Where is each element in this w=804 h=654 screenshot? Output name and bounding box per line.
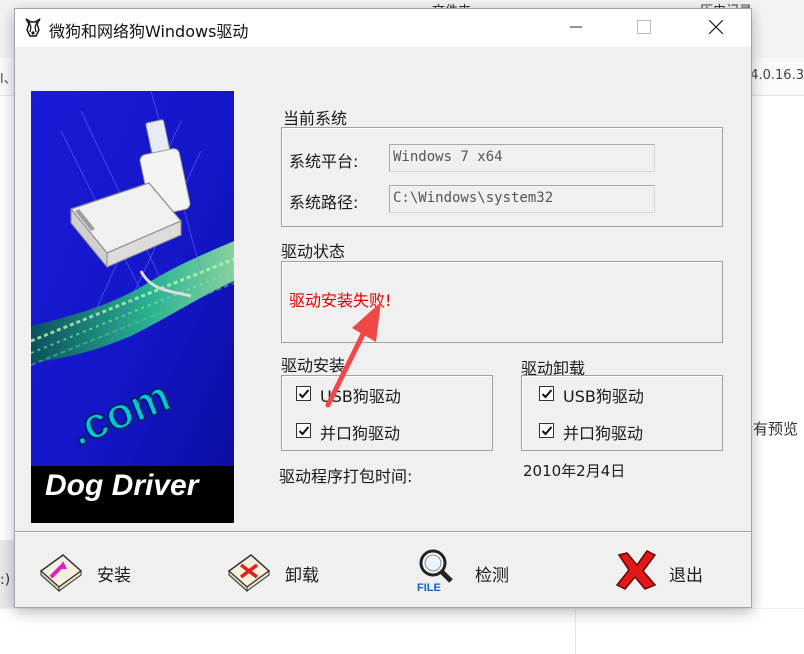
package-time-label: 驱动程序打包时间:: [279, 467, 413, 486]
exit-button[interactable]: 退出: [613, 543, 723, 599]
check-icon: [298, 426, 310, 436]
maximize-button[interactable]: [621, 9, 667, 45]
install-button[interactable]: 安装: [37, 543, 147, 599]
banner-caption: Dog Driver: [45, 469, 201, 502]
magnifier-icon: FILE: [417, 549, 453, 593]
install-usb-label[interactable]: USB狗驱动: [320, 383, 401, 407]
install-parallel-checkbox[interactable]: [296, 423, 311, 438]
toolbar-separator: [15, 531, 751, 533]
system-path-field[interactable]: C:\Windows\system32: [389, 185, 655, 213]
driver-status-label: 驱动状态: [281, 242, 346, 261]
background-tab-history: 历史记录: [700, 0, 800, 8]
background-bottom-strip: [0, 608, 804, 654]
uninstall-usb-checkbox[interactable]: [539, 386, 554, 401]
driver-install-label: 驱动安装: [281, 356, 346, 375]
install-icon: [39, 554, 83, 593]
minimize-icon: [570, 26, 582, 28]
platform-label: 系统平台:: [289, 152, 359, 171]
maximize-icon: [637, 20, 651, 34]
system-path-label: 系统路径:: [289, 193, 359, 212]
current-system-label: 当前系统: [283, 109, 348, 128]
title-bar[interactable]: 微狗和网络狗Windows驱动: [15, 9, 751, 47]
minimize-button[interactable]: [553, 9, 599, 45]
platform-field[interactable]: Windows 7 x64: [389, 144, 655, 172]
detect-icon-text: FILE: [417, 582, 441, 593]
background-row-version-text: 4.0.16.3: [750, 68, 804, 83]
uninstall-button[interactable]: 卸载: [225, 543, 335, 599]
exit-x-icon: [615, 550, 657, 590]
background-tab-folder: 文件夹: [432, 0, 492, 8]
uninstall-parallel-checkbox[interactable]: [539, 423, 554, 438]
detect-label: 检测: [475, 566, 509, 586]
check-icon: [541, 426, 553, 436]
check-icon: [541, 389, 553, 399]
close-icon: [709, 20, 723, 34]
driver-status-message: 驱动安装失败!: [289, 291, 392, 310]
background-divider: [575, 610, 576, 654]
install-label: 安装: [97, 566, 131, 586]
package-time-value: 2010年2月4日: [523, 462, 626, 480]
window-title: 微狗和网络狗Windows驱动: [49, 22, 249, 41]
uninstall-label: 卸载: [285, 566, 319, 586]
detect-button[interactable]: FILE 检测: [415, 543, 525, 599]
dog-app-icon: [25, 18, 41, 37]
close-button[interactable]: [693, 9, 739, 45]
install-usb-checkbox[interactable]: [296, 386, 311, 401]
install-parallel-label[interactable]: 并口狗驱动: [320, 420, 400, 444]
check-icon: [298, 389, 310, 399]
dog-driver-banner-image: .com Dog Driver: [31, 91, 234, 523]
driver-dialog: 微狗和网络狗Windows驱动 .com Dog Driver 当前系统 系统平…: [14, 8, 752, 608]
background-left-fragment: :): [0, 572, 11, 588]
uninstall-usb-label[interactable]: USB狗驱动: [563, 383, 644, 407]
uninstall-icon: [227, 554, 271, 593]
uninstall-parallel-label[interactable]: 并口狗驱动: [563, 420, 643, 444]
exit-label: 退出: [669, 566, 703, 586]
